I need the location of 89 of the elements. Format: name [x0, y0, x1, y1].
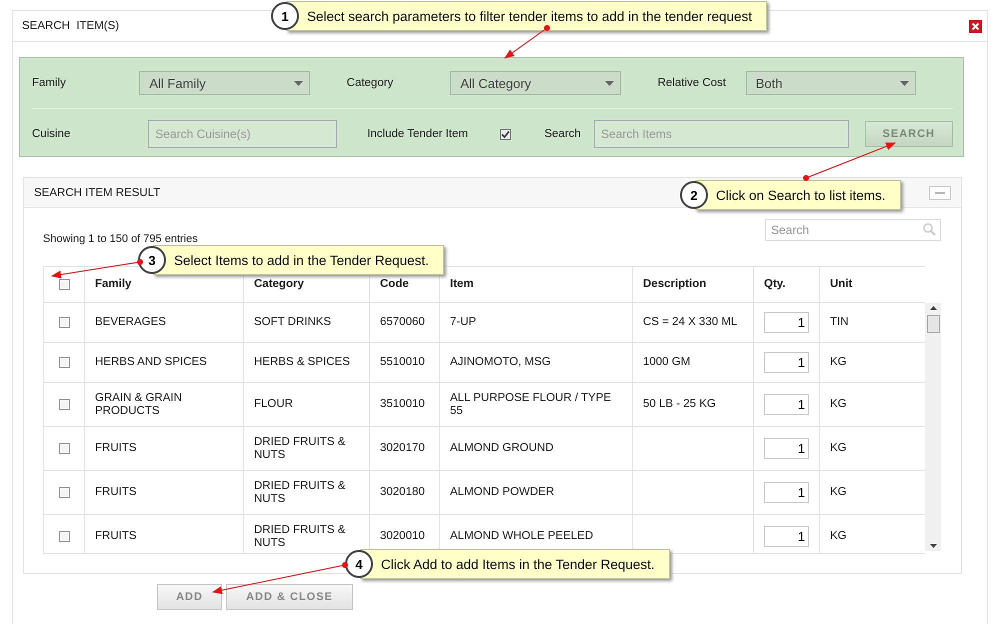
- table-cell: BEVERAGES: [95, 316, 166, 329]
- table-cell: CS = 24 X 330 ML: [643, 316, 738, 329]
- quantity-field[interactable]: 1: [764, 482, 809, 503]
- panel-title: SEARCH ITEM RESULT: [34, 186, 160, 198]
- dialog-title: SEARCH ITEM(S): [22, 20, 120, 32]
- table-cell: 6570060: [380, 316, 425, 329]
- step-number: 3: [138, 246, 166, 274]
- quantity-field[interactable]: 1: [764, 394, 809, 415]
- table-cell: 1000 GM: [643, 356, 690, 369]
- step-number: 2: [680, 181, 708, 209]
- table-cell: KG: [830, 398, 847, 411]
- field-label: Include Tender Item: [367, 128, 469, 140]
- table-cell: KG: [830, 356, 847, 369]
- checkbox[interactable]: [500, 128, 512, 140]
- column-header: Code: [380, 278, 409, 291]
- field-label: Cuisine: [32, 128, 72, 140]
- callout-text: Click on Search to list items.: [716, 188, 886, 202]
- table-cell: FLOUR: [254, 398, 293, 411]
- callout-text: Select Items to add in the Tender Request.: [174, 252, 429, 268]
- scroll-thumb[interactable]: [926, 315, 940, 333]
- checkbox[interactable]: [58, 531, 70, 542]
- column-header: Family: [95, 278, 132, 291]
- scrollbar[interactable]: [925, 303, 941, 551]
- minimize-button[interactable]: [929, 186, 951, 200]
- table-cell: FRUITS: [95, 442, 137, 455]
- dropdown[interactable]: Both: [746, 71, 916, 95]
- column-header: Item: [450, 278, 474, 291]
- cuisine-field[interactable]: Search Cuisine(s): [148, 120, 338, 148]
- column-header: Description: [643, 278, 706, 291]
- quantity-field[interactable]: 1: [764, 526, 809, 547]
- table-cell: 3510010: [380, 398, 425, 411]
- table-cell: 5510010: [380, 356, 425, 369]
- table-cell-text: GRAIN & GRAIN PRODUCTS: [95, 392, 183, 418]
- checkbox[interactable]: [58, 399, 70, 410]
- column-header: Unit: [830, 278, 852, 291]
- table-cell: HERBS & SPICES: [254, 356, 350, 369]
- table-cell: KG: [830, 486, 847, 499]
- table-cell: TIN: [830, 316, 849, 329]
- column-header: Qty.: [764, 278, 786, 291]
- table-cell-text: DRIED FRUITS & NUTS: [254, 524, 346, 550]
- search-icon: [923, 223, 936, 236]
- quantity-field[interactable]: 1: [764, 352, 809, 373]
- table-cell: AJINOMOTO, MSG: [450, 356, 551, 369]
- table-cell: 3020180: [380, 486, 425, 499]
- table-cell: KG: [830, 442, 847, 455]
- close-icon[interactable]: [969, 20, 982, 32]
- scroll-down-icon[interactable]: [930, 544, 936, 548]
- checkbox[interactable]: [58, 443, 70, 454]
- scroll-up-icon[interactable]: [930, 306, 936, 310]
- field-label: Category: [346, 77, 394, 89]
- callout-text: Click Add to add Items in the Tender Request.: [381, 556, 655, 572]
- table-cell-text: ALL PURPOSE FLOUR / TYPE 55: [450, 392, 612, 418]
- step-number: 1: [271, 2, 299, 30]
- checkbox[interactable]: [58, 279, 70, 290]
- callout-text: Select search parameters to filter tender items to add in the tender request: [307, 8, 752, 24]
- field-label: Family: [32, 77, 67, 89]
- table-cell-text: DRIED FRUITS & NUTS: [254, 480, 346, 506]
- table-cell: 3020010: [380, 530, 425, 543]
- column-header: Category: [254, 278, 304, 291]
- minus-icon: [935, 192, 945, 194]
- table-cell: FRUITS: [95, 530, 137, 543]
- quantity-field[interactable]: 1: [764, 438, 809, 459]
- table-cell: 3020170: [380, 442, 425, 455]
- table-cell: ALMOND WHOLE PEELED: [450, 530, 594, 543]
- caret-icon: [604, 80, 614, 86]
- callout-arrow: [504, 25, 550, 59]
- caret-icon: [900, 80, 909, 86]
- table-cell: 7-UP: [450, 316, 476, 329]
- dropdown[interactable]: All Category: [450, 71, 621, 95]
- entries-info: Showing 1 to 150 of 795 entries: [43, 233, 198, 245]
- table-cell: FRUITS: [95, 486, 137, 499]
- table-search-field[interactable]: Search: [765, 219, 941, 241]
- table-cell: SOFT DRINKS: [254, 316, 332, 329]
- table-cell: KG: [830, 530, 847, 543]
- table-cell: HERBS AND SPICES: [95, 356, 207, 369]
- table-cell: ALMOND POWDER: [450, 486, 554, 499]
- caret-icon: [294, 80, 303, 86]
- table-cell: 50 LB - 25 KG: [643, 398, 716, 411]
- field-label: Relative Cost: [658, 77, 727, 89]
- field-label: Search: [544, 128, 582, 140]
- checkbox[interactable]: [58, 357, 70, 368]
- checkbox[interactable]: [58, 487, 70, 498]
- table-cell: ALMOND GROUND: [450, 442, 554, 455]
- quantity-field[interactable]: 1: [764, 312, 809, 333]
- dropdown[interactable]: All Family: [139, 71, 310, 95]
- checkbox[interactable]: [58, 317, 70, 328]
- step-number: 4: [345, 550, 373, 578]
- search-field[interactable]: Search Items: [594, 120, 849, 148]
- table-cell-text: DRIED FRUITS & NUTS: [254, 436, 346, 462]
